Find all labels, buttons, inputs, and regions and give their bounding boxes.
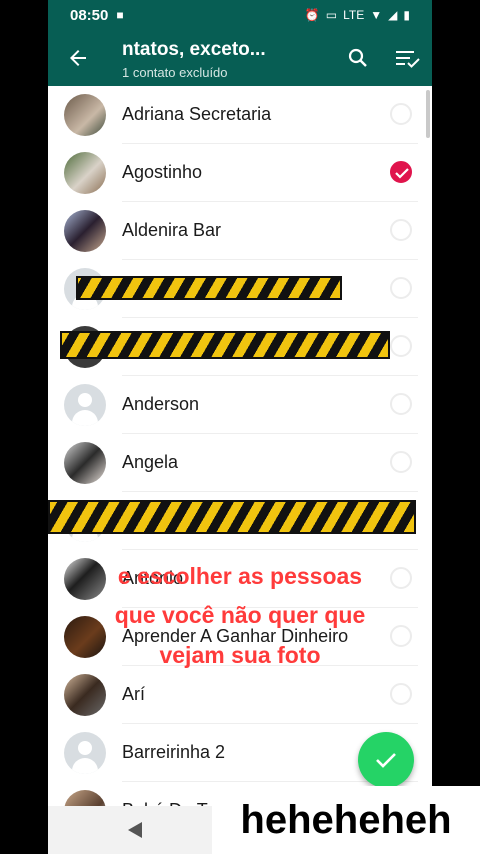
avatar <box>64 152 106 194</box>
default-avatar-icon <box>64 732 106 774</box>
contact-list: Adriana Secretaria Agostinho Aldenira Ba… <box>48 86 432 832</box>
signal-icon: ◢ <box>388 8 398 22</box>
watermark-caption: heheheheh <box>212 786 480 854</box>
scrollbar[interactable] <box>426 90 430 138</box>
check-icon <box>376 753 396 768</box>
caution-tape-redaction <box>48 500 416 534</box>
search-icon[interactable] <box>346 46 370 70</box>
caution-tape-redaction <box>76 276 342 300</box>
overlay-caption-line2: que você não quer que <box>114 602 366 628</box>
contact-row[interactable]: Adriana Secretaria <box>48 86 418 144</box>
cast-icon: ▭ <box>325 8 338 22</box>
overlay-caption-line3: vejam sua foto <box>159 642 321 668</box>
status-time: 08:50 <box>70 6 109 24</box>
page-subtitle: 1 contato excluído <box>122 65 228 80</box>
contact-row[interactable]: Arí <box>48 666 418 724</box>
status-bar: 08:50 ■ ⏰ ▭ LTE ▼ ◢ ▮ <box>48 0 432 30</box>
contact-name: Barreirinha 2 <box>122 742 226 762</box>
avatar <box>64 442 106 484</box>
contact-name: Aldenira Bar <box>122 220 222 240</box>
contact-row[interactable]: Angela <box>48 434 418 492</box>
default-avatar-icon <box>64 384 106 426</box>
avatar <box>64 674 106 716</box>
select-checkbox[interactable] <box>390 393 412 415</box>
phone-screen: 08:50 ■ ⏰ ▭ LTE ▼ ◢ ▮ ntatos, exceto... … <box>48 0 432 854</box>
status-icons: ⏰ ▭ LTE ▼ ◢ ▮ <box>305 8 410 22</box>
contact-name: Adriana Secretaria <box>122 104 272 124</box>
avatar <box>64 94 106 136</box>
select-checkbox[interactable] <box>390 451 412 473</box>
select-checkbox[interactable] <box>390 683 412 705</box>
nav-back-icon[interactable] <box>128 822 142 838</box>
checkmark-icon <box>395 168 409 179</box>
contact-row[interactable]: Aldenira Bar <box>48 202 418 260</box>
avatar <box>64 210 106 252</box>
battery-icon: ▮ <box>403 8 410 22</box>
select-checkbox[interactable] <box>390 219 412 241</box>
selected-checkbox[interactable] <box>390 161 412 183</box>
overlay-caption-line1: e escolher as pessoas <box>117 563 363 589</box>
alarm-icon: ⏰ <box>304 8 320 22</box>
network-label: LTE <box>343 8 365 22</box>
contact-name: Anderson <box>122 394 200 414</box>
confirm-fab-button[interactable] <box>358 732 414 788</box>
select-all-icon[interactable] <box>394 46 420 70</box>
contact-row[interactable]: Agostinho <box>48 144 418 202</box>
contact-name: Angela <box>122 452 179 472</box>
page-title: ntatos, exceto... <box>122 39 266 60</box>
contact-row[interactable]: Anderson <box>48 376 418 434</box>
wifi-icon: ▼ <box>370 8 383 22</box>
select-checkbox[interactable] <box>390 335 412 357</box>
contact-name: Arí <box>122 684 146 704</box>
contact-name: Agostinho <box>122 162 203 182</box>
select-checkbox[interactable] <box>390 277 412 299</box>
caution-tape-redaction <box>60 331 390 359</box>
back-arrow-icon[interactable] <box>66 46 90 70</box>
app-bar: ntatos, exceto... 1 contato excluído <box>48 30 432 86</box>
video-icon: ■ <box>116 8 124 22</box>
select-checkbox[interactable] <box>390 103 412 125</box>
